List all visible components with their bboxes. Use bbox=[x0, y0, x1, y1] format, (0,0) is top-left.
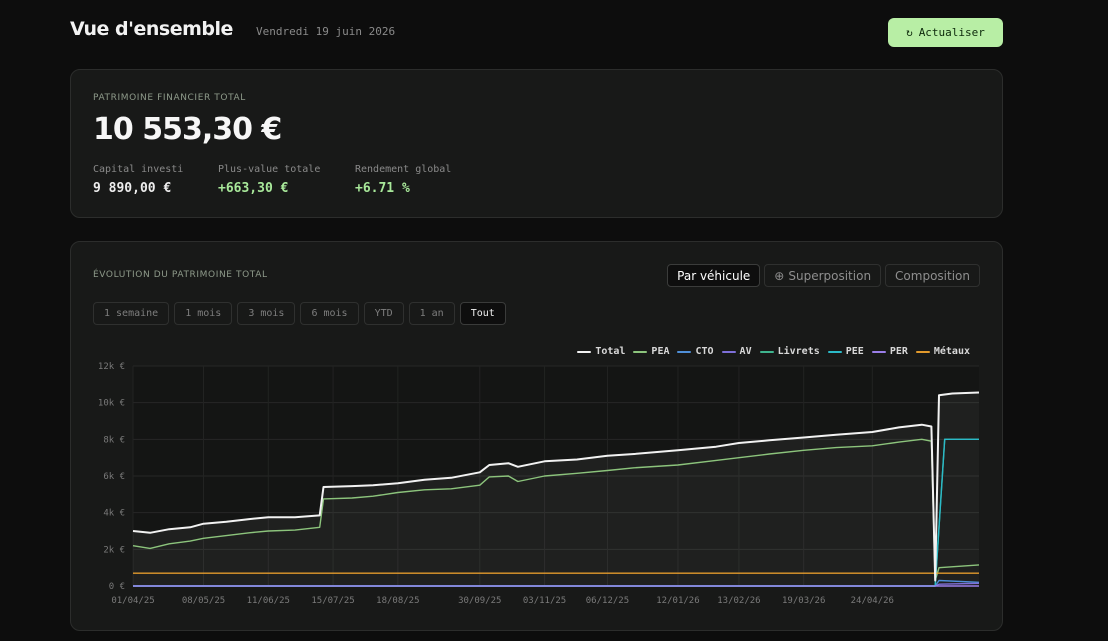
x-tick-label: 18/08/25 bbox=[376, 596, 419, 606]
x-tick-label: 03/11/25 bbox=[523, 596, 566, 606]
legend-swatch bbox=[633, 350, 648, 353]
stat-invested-capital: Capital investi 9 890,00 € bbox=[93, 164, 183, 196]
legend-swatch bbox=[759, 350, 774, 353]
y-tick-label: 10k € bbox=[98, 399, 125, 409]
x-tick-label: 08/05/25 bbox=[182, 596, 225, 606]
legend-item[interactable]: Total bbox=[577, 346, 625, 357]
legend-item[interactable]: PEA bbox=[633, 346, 669, 357]
y-tick-label: 12k € bbox=[98, 362, 125, 372]
chart-view-tabs: Par véhicule ⊕ Superposition Composition bbox=[667, 264, 980, 287]
range-all[interactable]: Tout bbox=[459, 302, 506, 325]
range-1-month[interactable]: 1 mois bbox=[174, 302, 233, 325]
y-tick-label: 6k € bbox=[103, 472, 125, 482]
x-tick-label: 15/07/25 bbox=[311, 596, 354, 606]
stat-label: Capital investi bbox=[93, 164, 184, 175]
total-wealth-value: 10 553,30 € bbox=[93, 112, 282, 147]
page-header: Vue d'ensemble Vendredi 19 juin 2026 ↻ A… bbox=[70, 18, 1003, 48]
stat-label: Rendement global bbox=[355, 164, 452, 175]
range-6-months[interactable]: 6 mois bbox=[300, 302, 359, 325]
chart-legend: Total PEA CTO AV Livrets PEE PER Métaux bbox=[577, 346, 970, 357]
y-tick-label: 2k € bbox=[103, 545, 125, 555]
y-tick-label: 8k € bbox=[103, 435, 125, 445]
range-3-months[interactable]: 3 mois bbox=[237, 302, 296, 325]
x-tick-label: 12/01/26 bbox=[656, 596, 699, 606]
stat-total-gain: Plus-value totale +663,30 € bbox=[218, 164, 320, 196]
time-range-selector: 1 semaine 1 mois 3 mois 6 mois YTD 1 an … bbox=[93, 302, 506, 325]
stat-global-return: Rendement global +6.71 % bbox=[355, 164, 451, 196]
tab-overlay[interactable]: ⊕ Superposition bbox=[764, 264, 882, 287]
chart-title: ÉVOLUTION DU PATRIMOINE TOTAL bbox=[93, 270, 268, 280]
legend-item[interactable]: PER bbox=[871, 346, 908, 357]
x-tick-label: 24/04/26 bbox=[851, 596, 894, 606]
x-tick-label: 19/03/26 bbox=[782, 596, 825, 606]
wealth-evolution-card: ÉVOLUTION DU PATRIMOINE TOTAL Par véhicu… bbox=[70, 241, 1003, 631]
x-tick-label: 11/06/25 bbox=[247, 596, 290, 606]
y-tick-label: 0 € bbox=[109, 582, 125, 592]
tab-label: Composition bbox=[895, 268, 970, 283]
tab-label: Superposition bbox=[788, 268, 872, 283]
x-tick-label: 01/04/25 bbox=[111, 596, 154, 606]
tab-composition[interactable]: Composition bbox=[885, 264, 980, 287]
x-tick-label: 13/02/26 bbox=[717, 596, 760, 606]
range-1-week[interactable]: 1 semaine bbox=[93, 302, 170, 325]
y-tick-label: 4k € bbox=[103, 509, 125, 519]
legend-label: PER bbox=[889, 346, 908, 357]
legend-swatch bbox=[721, 350, 736, 353]
legend-swatch bbox=[915, 350, 930, 353]
stat-value: 9 890,00 € bbox=[93, 181, 172, 196]
legend-swatch bbox=[677, 350, 692, 353]
legend-item[interactable]: Livrets bbox=[759, 346, 820, 357]
legend-label: AV bbox=[739, 346, 752, 357]
legend-item[interactable]: AV bbox=[721, 346, 752, 357]
tab-by-vehicle[interactable]: Par véhicule bbox=[667, 264, 761, 287]
legend-label: Total bbox=[595, 346, 626, 357]
page-title: Vue d'ensemble bbox=[70, 18, 233, 40]
legend-swatch bbox=[827, 350, 842, 353]
x-tick-label: 06/12/25 bbox=[586, 596, 629, 606]
tab-label: Par véhicule bbox=[677, 268, 751, 283]
legend-label: Livrets bbox=[777, 346, 820, 357]
legend-item[interactable]: Métaux bbox=[915, 346, 970, 357]
total-wealth-label: PATRIMOINE FINANCIER TOTAL bbox=[93, 93, 246, 103]
legend-label: PEA bbox=[651, 346, 670, 357]
stat-label: Plus-value totale bbox=[218, 164, 321, 175]
legend-swatch bbox=[871, 350, 886, 353]
x-tick-label: 30/09/25 bbox=[458, 596, 501, 606]
range-1-year[interactable]: 1 an bbox=[408, 302, 455, 325]
legend-swatch bbox=[577, 350, 592, 353]
total-wealth-card: PATRIMOINE FINANCIER TOTAL 10 553,30 € C… bbox=[70, 69, 1003, 218]
legend-label: CTO bbox=[695, 346, 714, 357]
refresh-label: Actualiser bbox=[918, 26, 985, 39]
refresh-button[interactable]: ↻ Actualiser bbox=[888, 18, 1003, 47]
wealth-line-chart: 0 € 2k € 4k € 6k € 8k € 10k € 12k € 01/04/25 08/… bbox=[98, 362, 980, 606]
current-date: Vendredi 19 juin 2026 bbox=[256, 25, 396, 38]
legend-item[interactable]: CTO bbox=[677, 346, 714, 357]
refresh-icon: ↻ bbox=[906, 26, 913, 39]
stat-value: +6.71 % bbox=[355, 181, 410, 196]
overlay-icon: ⊕ bbox=[774, 268, 785, 283]
legend-label: Métaux bbox=[933, 346, 970, 357]
range-ytd[interactable]: YTD bbox=[363, 302, 404, 325]
legend-item[interactable]: PEE bbox=[827, 346, 864, 357]
legend-label: PEE bbox=[845, 346, 864, 357]
stat-value: +663,30 € bbox=[218, 181, 289, 196]
